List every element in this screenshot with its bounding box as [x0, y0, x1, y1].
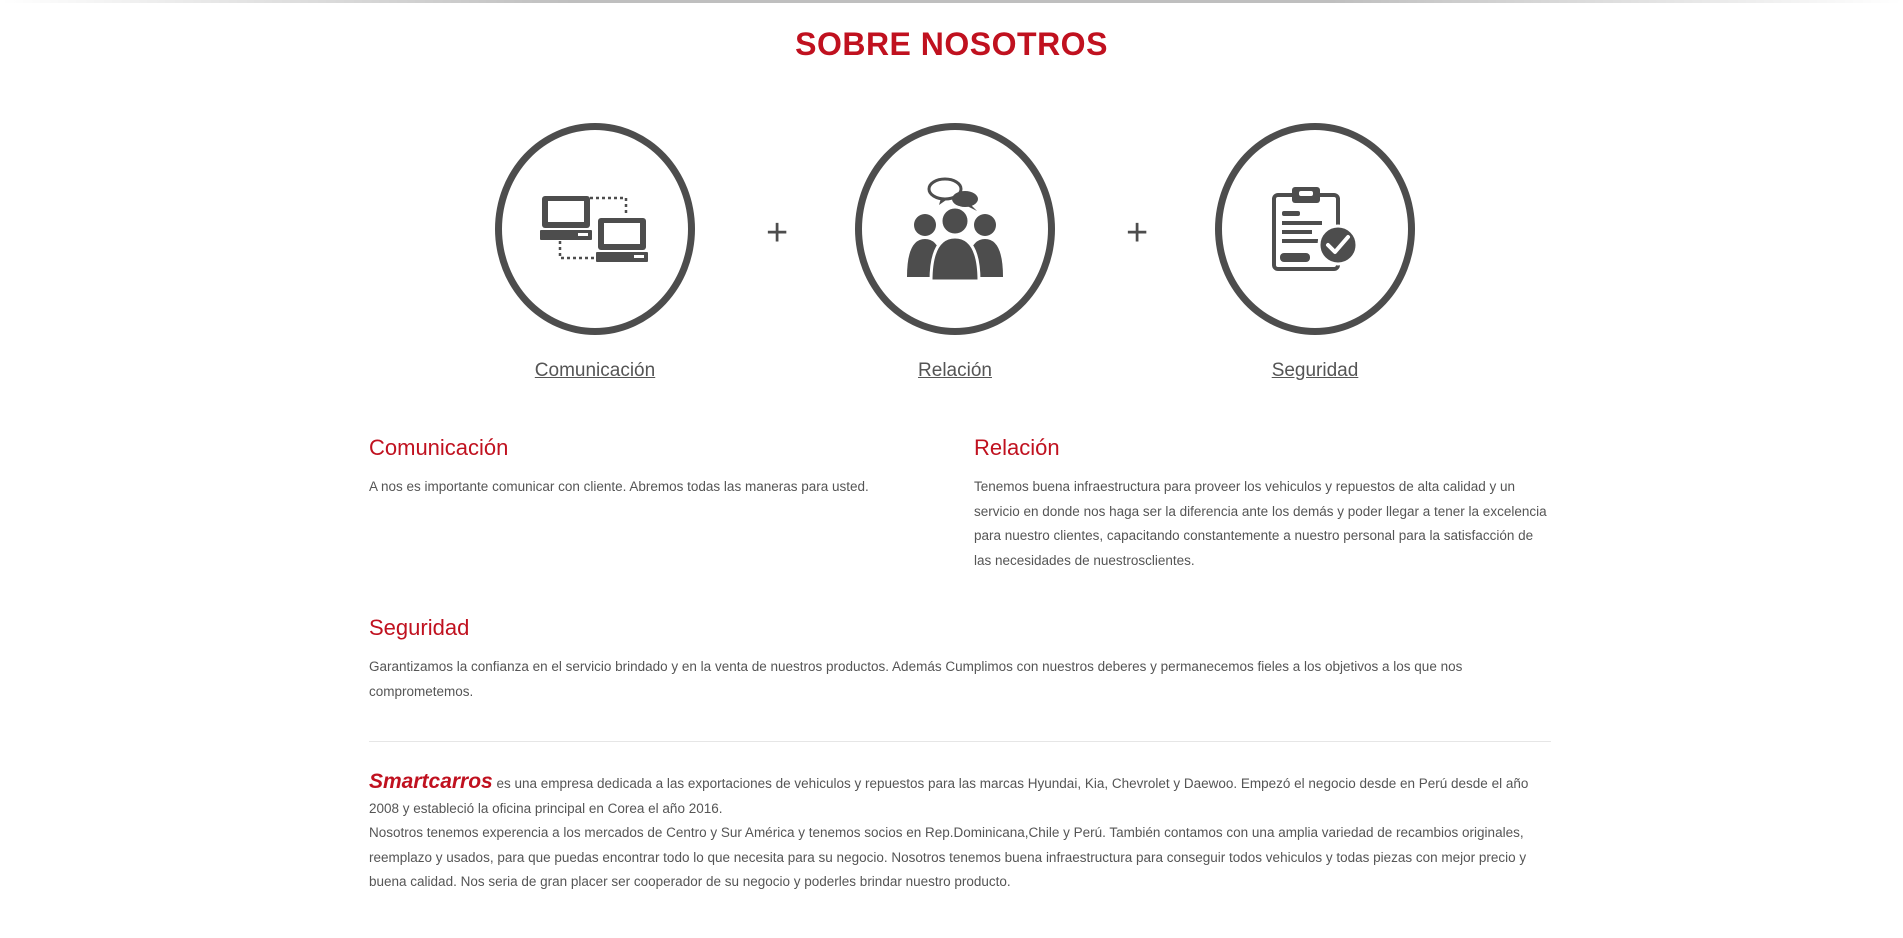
clipboard-check-icon [1272, 187, 1359, 271]
plus-separator-1: + [766, 212, 789, 254]
comunicacion-link[interactable]: Comunicación [475, 360, 715, 382]
about-paragraph-1: es una empresa dedicada a las exportacio… [369, 776, 1529, 816]
seguridad-text: Garantizamos la confianza en el servicio… [369, 659, 1463, 699]
section-divider [369, 741, 1551, 742]
brand-name: Smartcarros [369, 770, 493, 793]
page-title: SOBRE NOSOTROS [795, 26, 1108, 62]
seguridad-circle[interactable] [1215, 123, 1415, 335]
about-section: Smartcarros es una empresa dedicada a la… [369, 770, 1551, 895]
top-shadow [0, 0, 1903, 3]
relacion-link[interactable]: Relación [835, 360, 1075, 382]
relacion-circle[interactable] [855, 123, 1055, 335]
people-chat-icon [907, 177, 1003, 281]
comunicacion-heading: Comunicación [369, 435, 509, 460]
about-paragraph-2: Nosotros tenemos experencia a los mercad… [369, 825, 1527, 889]
seguridad-link[interactable]: Seguridad [1195, 360, 1435, 382]
comunicacion-circle[interactable] [495, 123, 695, 335]
comunicacion-text: A nos es importante comunicar con client… [369, 479, 869, 494]
seguridad-heading: Seguridad [369, 615, 470, 640]
relacion-text: Tenemos buena infraestructura para prove… [974, 479, 1547, 568]
plus-separator-2: + [1126, 212, 1149, 254]
relacion-heading: Relación [974, 435, 1060, 460]
computers-network-icon [540, 196, 648, 262]
